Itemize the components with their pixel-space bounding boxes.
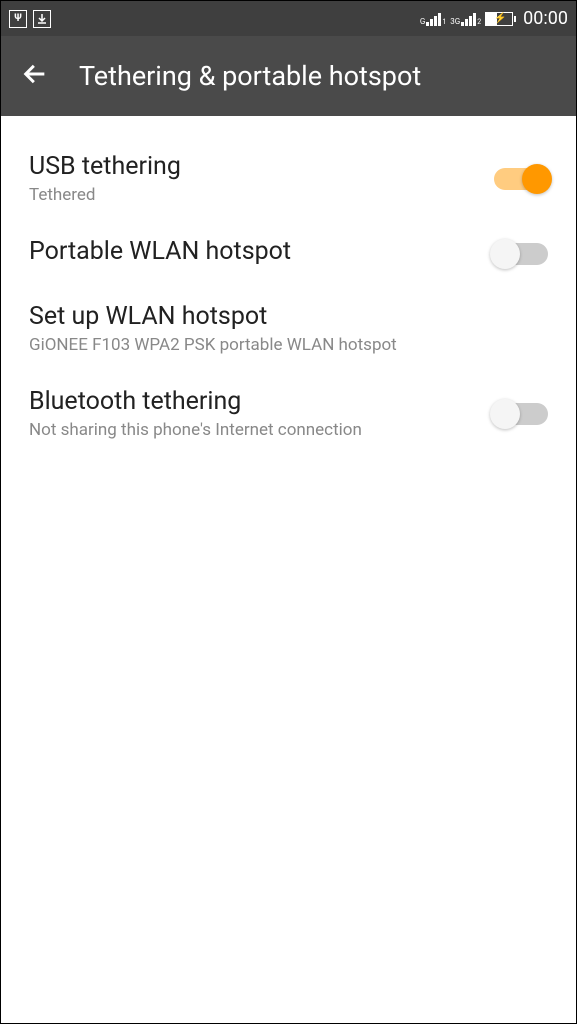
- setting-text: Bluetooth tethering Not sharing this pho…: [29, 387, 474, 440]
- setting-text: Portable WLAN hotspot: [29, 237, 474, 270]
- back-button[interactable]: [21, 60, 49, 92]
- portable-hotspot-item[interactable]: Portable WLAN hotspot: [29, 221, 548, 286]
- signal-sub-2: 2: [477, 18, 481, 26]
- usb-tethering-toggle[interactable]: [494, 168, 548, 190]
- setting-subtitle: Tethered: [29, 185, 474, 205]
- signal-1: G 1: [420, 12, 446, 26]
- signal-bars-icon: [426, 12, 441, 26]
- portable-hotspot-toggle[interactable]: [494, 243, 548, 265]
- clock: 00:00: [523, 8, 568, 29]
- setting-text: Set up WLAN hotspot GiONEE F103 WPA2 PSK…: [29, 302, 548, 355]
- toggle-knob: [490, 399, 520, 429]
- setting-subtitle: GiONEE F103 WPA2 PSK portable WLAN hotsp…: [29, 335, 548, 355]
- usb-icon: Ψ: [9, 10, 27, 28]
- signal-bars-icon: [461, 12, 476, 26]
- network-label-1: G: [420, 17, 425, 26]
- signal-sub-1: 1: [442, 18, 446, 26]
- toggle-knob: [490, 239, 520, 269]
- setting-title: Portable WLAN hotspot: [29, 237, 474, 266]
- app-bar: Tethering & portable hotspot: [1, 36, 576, 116]
- bluetooth-tethering-item[interactable]: Bluetooth tethering Not sharing this pho…: [29, 371, 548, 456]
- setting-title: Set up WLAN hotspot: [29, 302, 548, 331]
- bluetooth-tethering-toggle[interactable]: [494, 403, 548, 425]
- setting-subtitle: Not sharing this phone's Internet connec…: [29, 420, 474, 440]
- settings-list: USB tethering Tethered Portable WLAN hot…: [1, 116, 576, 476]
- signal-2: 3G 2: [450, 12, 481, 26]
- network-label-2: 3G: [450, 17, 460, 26]
- back-arrow-icon: [21, 60, 49, 88]
- setup-hotspot-item[interactable]: Set up WLAN hotspot GiONEE F103 WPA2 PSK…: [29, 286, 548, 371]
- status-left: Ψ: [9, 10, 51, 28]
- status-right: G 1 3G 2 ⚡ 00:00: [420, 8, 568, 29]
- usb-tethering-item[interactable]: USB tethering Tethered: [29, 136, 548, 221]
- status-bar: Ψ G 1 3G 2 ⚡ 00:00: [1, 1, 576, 36]
- toggle-knob: [522, 164, 552, 194]
- download-icon: [33, 10, 51, 28]
- battery-icon: ⚡: [485, 12, 513, 26]
- setting-title: USB tethering: [29, 152, 474, 181]
- setting-text: USB tethering Tethered: [29, 152, 474, 205]
- setting-title: Bluetooth tethering: [29, 387, 474, 416]
- page-title: Tethering & portable hotspot: [79, 60, 421, 92]
